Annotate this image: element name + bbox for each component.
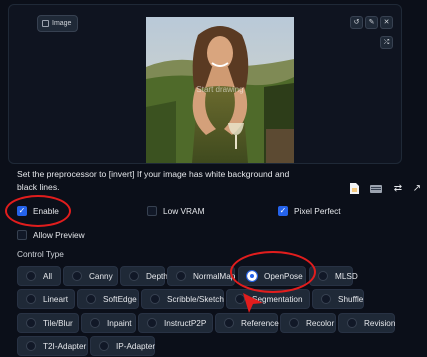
radio-icon[interactable] <box>26 271 36 281</box>
radio-label: Reference <box>241 318 279 328</box>
radio-label: Depth <box>146 271 168 281</box>
radio-softedge[interactable]: SoftEdge <box>77 289 139 309</box>
radio-icon[interactable] <box>318 271 328 281</box>
radio-label: NormalMap <box>193 271 236 281</box>
radio-label: Scribble/Sketch <box>167 294 224 304</box>
radio-scribble-sketch[interactable]: Scribble/Sketch <box>141 289 224 309</box>
low-vram-checkbox[interactable]: Low VRAM <box>147 206 205 216</box>
start-drawing-text: Start drawing <box>196 85 244 94</box>
radio-label: Revision <box>364 318 396 328</box>
radio-label: MLSD <box>335 271 358 281</box>
radio-label: Tile/Blur <box>43 318 73 328</box>
radio-label: All <box>43 271 53 281</box>
radio-label: IP-Adapter <box>116 341 156 351</box>
uploaded-photo[interactable]: Start drawing <box>146 17 294 163</box>
radio-icon[interactable] <box>147 318 157 328</box>
radio-inpaint[interactable]: Inpaint <box>81 313 136 333</box>
low-vram-label: Low VRAM <box>163 206 205 216</box>
radio-icon[interactable] <box>347 318 357 328</box>
camera-icon[interactable] <box>370 182 382 194</box>
radio-label: SoftEdge <box>103 294 137 304</box>
pixel-perfect-checkbox[interactable]: ✓ Pixel Perfect <box>278 206 341 216</box>
control-type-label: Control Type <box>17 249 64 259</box>
radio-icon[interactable] <box>289 318 299 328</box>
radio-selected-icon[interactable] <box>246 270 258 282</box>
radio-recolor[interactable]: Recolor <box>280 313 336 333</box>
radio-icon[interactable] <box>224 318 234 328</box>
radio-label: Recolor <box>306 318 335 328</box>
radio-label: Inpaint <box>107 318 132 328</box>
radio-icon[interactable] <box>176 271 186 281</box>
radio-icon[interactable] <box>150 294 160 304</box>
radio-reference[interactable]: Reference <box>215 313 279 333</box>
image-label-text: Image <box>52 20 72 27</box>
radio-all[interactable]: All <box>17 266 61 286</box>
radio-icon[interactable] <box>26 341 36 351</box>
checkbox-unchecked-icon[interactable] <box>17 230 27 240</box>
new-canvas-icon[interactable] <box>349 182 359 194</box>
image-icon <box>42 20 49 27</box>
radio-icon[interactable] <box>90 318 100 328</box>
radio-icon[interactable] <box>26 294 36 304</box>
radio-icon[interactable] <box>26 318 36 328</box>
radio-icon[interactable] <box>86 294 96 304</box>
radio-normalmap[interactable]: NormalMap <box>167 266 235 286</box>
edit-icon[interactable]: ✎ <box>365 16 378 29</box>
radio-instructp2p[interactable]: InstructP2P <box>138 313 213 333</box>
radio-lineart[interactable]: Lineart <box>17 289 75 309</box>
preprocessor-note: Set the preprocessor to [invert] If your… <box>17 169 290 192</box>
image-label: Image <box>37 15 79 32</box>
radio-label: Lineart <box>43 294 69 304</box>
radio-canny[interactable]: Canny <box>63 266 118 286</box>
radio-label: OpenPose <box>264 271 303 281</box>
checkbox-unchecked-icon[interactable] <box>147 206 157 216</box>
radio-revision[interactable]: Revision <box>338 313 395 333</box>
image-panel: Image Start drawing ↺ ✎ ✕ ⤮ <box>8 4 402 164</box>
red-cursor-arrow-icon <box>243 293 263 313</box>
radio-openpose[interactable]: OpenPose <box>238 266 306 286</box>
undo-icon[interactable]: ↺ <box>350 16 363 29</box>
radio-shuffle[interactable]: Shuffle <box>312 289 364 309</box>
radio-label: Canny <box>89 271 113 281</box>
enable-checkbox[interactable]: ✓ Enable <box>17 206 59 216</box>
radio-icon[interactable] <box>99 341 109 351</box>
radio-label: T2I-Adapter <box>43 341 87 351</box>
pixel-perfect-label: Pixel Perfect <box>294 206 341 216</box>
radio-ip-adapter[interactable]: IP-Adapter <box>90 336 155 356</box>
radio-icon[interactable] <box>129 271 139 281</box>
checkbox-checked-icon[interactable]: ✓ <box>278 206 288 216</box>
radio-segmentation[interactable]: Segmentation <box>226 289 310 309</box>
send-dimensions-icon[interactable]: ↗ <box>412 182 422 194</box>
enable-label: Enable <box>33 206 59 216</box>
radio-mlsd[interactable]: MLSD <box>309 266 358 286</box>
swap-icon[interactable]: ⤮ <box>380 36 393 49</box>
allow-preview-checkbox[interactable]: Allow Preview <box>17 230 85 240</box>
allow-preview-label: Allow Preview <box>33 230 85 240</box>
checkbox-checked-icon[interactable]: ✓ <box>17 206 27 216</box>
radio-tile-blur[interactable]: Tile/Blur <box>17 313 79 333</box>
radio-label: InstructP2P <box>164 318 207 328</box>
close-icon[interactable]: ✕ <box>380 16 393 29</box>
radio-label: Shuffle <box>338 294 364 304</box>
radio-t2i-adapter[interactable]: T2I-Adapter <box>17 336 88 356</box>
radio-icon[interactable] <box>72 271 82 281</box>
radio-icon[interactable] <box>321 294 331 304</box>
radio-depth[interactable]: Depth <box>120 266 168 286</box>
swap-arrows-icon[interactable]: ⇄ <box>393 182 403 194</box>
